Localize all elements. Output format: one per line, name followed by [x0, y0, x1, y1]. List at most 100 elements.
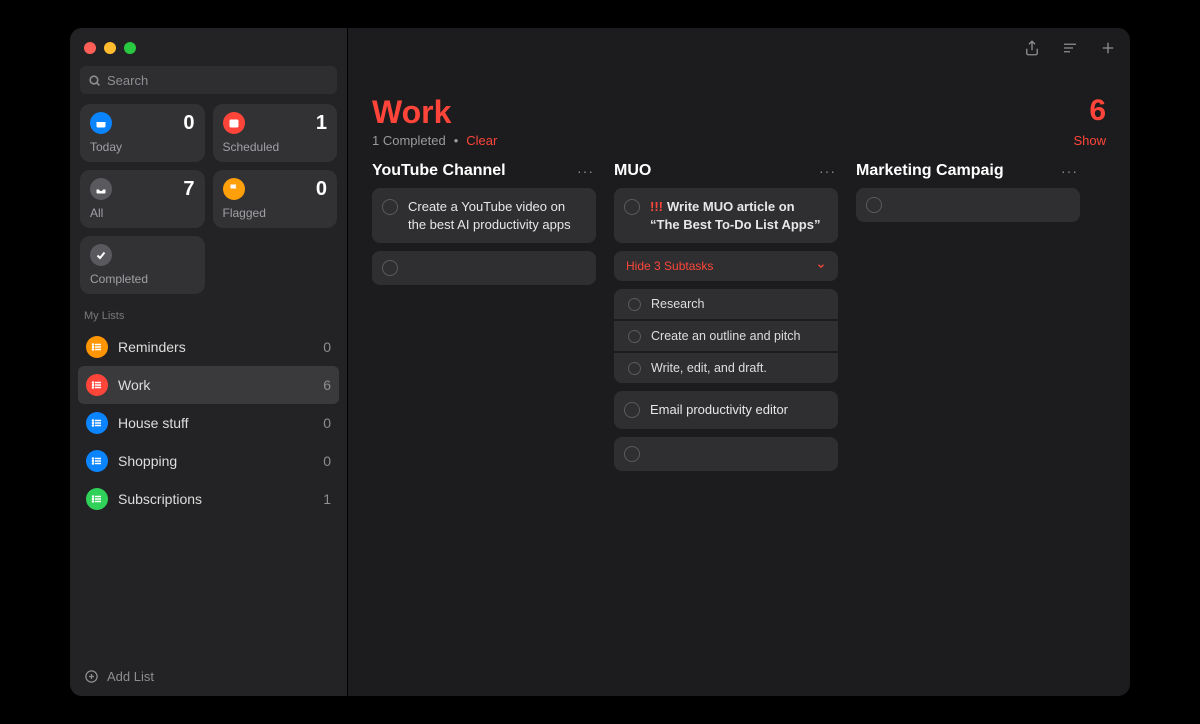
sidebar-item-subscriptions[interactable]: Subscriptions 1 [78, 480, 339, 518]
plus-circle-icon [84, 669, 99, 684]
tray-icon [90, 178, 112, 200]
subtask-item[interactable]: Write, edit, and draft. [614, 353, 838, 383]
tile-flagged[interactable]: 0 Flagged [213, 170, 338, 228]
complete-toggle[interactable] [628, 298, 641, 311]
column-title: MUO [614, 162, 651, 180]
complete-toggle[interactable] [624, 446, 640, 462]
column-title: YouTube Channel [372, 162, 506, 180]
add-reminder-button[interactable] [1098, 38, 1118, 58]
tile-completed-label: Completed [90, 272, 195, 286]
view-options-button[interactable] [1060, 38, 1080, 58]
column-marketing-campaign: Marketing Campaig ··· [856, 162, 1080, 222]
subtask-text: Research [651, 297, 705, 311]
subtask-item[interactable]: Create an outline and pitch [614, 321, 838, 351]
column-more-button[interactable]: ··· [575, 163, 596, 179]
list-icon [86, 450, 108, 472]
sidebar-item-label: Work [118, 377, 150, 393]
close-window-button[interactable] [84, 42, 96, 54]
subtasks-toggle-label: Hide 3 Subtasks [626, 259, 713, 273]
list-icon [86, 488, 108, 510]
column-title: Marketing Campaig [856, 162, 1004, 180]
subtask-item[interactable]: Research [614, 289, 838, 319]
complete-toggle[interactable] [628, 362, 641, 375]
app-window: Search 0 Today 1 S [70, 28, 1130, 696]
tile-all-label: All [90, 206, 195, 220]
tile-today-label: Today [90, 140, 195, 154]
tile-today[interactable]: 0 Today [80, 104, 205, 162]
sidebar-item-count: 6 [323, 377, 331, 393]
complete-toggle[interactable] [624, 402, 640, 418]
new-task-placeholder[interactable] [856, 188, 1080, 222]
sidebar-item-reminders[interactable]: Reminders 0 [78, 328, 339, 366]
add-list-button[interactable]: Add List [70, 657, 347, 696]
tile-scheduled-count: 1 [316, 112, 327, 135]
sidebar-item-house-stuff[interactable]: House stuff 0 [78, 404, 339, 442]
checkmark-icon [90, 244, 112, 266]
add-list-label: Add List [107, 669, 154, 684]
complete-toggle[interactable] [382, 199, 398, 215]
sidebar: Search 0 Today 1 S [70, 28, 348, 696]
task-card[interactable]: Email productivity editor [614, 391, 838, 429]
new-task-placeholder[interactable] [614, 437, 838, 471]
tile-flagged-label: Flagged [223, 206, 328, 220]
fullscreen-window-button[interactable] [124, 42, 136, 54]
column-more-button[interactable]: ··· [817, 163, 838, 179]
sidebar-item-label: Reminders [118, 339, 186, 355]
sidebar-lists: Reminders 0 Work 6 House stuff 0 [70, 328, 347, 518]
sidebar-item-count: 0 [323, 415, 331, 431]
calendar-icon [223, 112, 245, 134]
complete-toggle[interactable] [624, 199, 640, 215]
minimize-window-button[interactable] [104, 42, 116, 54]
bullet-separator: • [454, 133, 459, 148]
sidebar-section-label: My Lists [70, 294, 347, 328]
search-input[interactable]: Search [80, 66, 337, 94]
tile-scheduled-label: Scheduled [223, 140, 328, 154]
subtask-list: Research Create an outline and pitch Wri… [614, 289, 838, 383]
smart-lists-grid: 0 Today 1 Scheduled 7 [70, 104, 347, 294]
flag-icon [223, 178, 245, 200]
show-button[interactable]: Show [1073, 133, 1106, 148]
tile-scheduled[interactable]: 1 Scheduled [213, 104, 338, 162]
share-button[interactable] [1022, 38, 1042, 58]
sidebar-item-work[interactable]: Work 6 [78, 366, 339, 404]
chevron-down-icon [816, 261, 826, 271]
list-icon [86, 412, 108, 434]
toolbar [1022, 38, 1118, 58]
column-muo: MUO ··· !!!Write MUO article on “The Bes… [614, 162, 838, 471]
complete-toggle[interactable] [382, 260, 398, 276]
window-controls [70, 28, 347, 66]
calendar-icon [90, 112, 112, 134]
subtask-text: Write, edit, and draft. [651, 361, 767, 375]
tile-today-count: 0 [183, 112, 194, 135]
tile-flagged-count: 0 [316, 178, 327, 201]
search-placeholder: Search [107, 73, 148, 88]
task-card[interactable]: Create a YouTube video on the best AI pr… [372, 188, 596, 243]
sidebar-item-count: 0 [323, 453, 331, 469]
task-text: Email productivity editor [650, 401, 788, 419]
page-title: Work [372, 94, 451, 131]
search-icon [88, 74, 101, 87]
task-text: !!!Write MUO article on “The Best To-Do … [650, 198, 826, 233]
column-more-button[interactable]: ··· [1059, 163, 1080, 179]
list-icon [86, 374, 108, 396]
clear-button[interactable]: Clear [466, 133, 497, 148]
main-panel: Work 6 1 Completed • Clear Show YouTube … [348, 28, 1130, 696]
tile-all[interactable]: 7 All [80, 170, 205, 228]
priority-indicator: !!! [650, 199, 663, 214]
list-icon [86, 336, 108, 358]
sidebar-item-count: 1 [323, 491, 331, 507]
new-task-placeholder[interactable] [372, 251, 596, 285]
task-text: Create a YouTube video on the best AI pr… [408, 198, 584, 233]
sidebar-item-label: House stuff [118, 415, 189, 431]
task-card[interactable]: !!!Write MUO article on “The Best To-Do … [614, 188, 838, 243]
sidebar-item-shopping[interactable]: Shopping 0 [78, 442, 339, 480]
column-youtube-channel: YouTube Channel ··· Create a YouTube vid… [372, 162, 596, 285]
page-count: 6 [1089, 94, 1106, 128]
complete-toggle[interactable] [628, 330, 641, 343]
complete-toggle[interactable] [866, 197, 882, 213]
tile-all-count: 7 [183, 178, 194, 201]
tile-completed[interactable]: Completed [80, 236, 205, 294]
sidebar-item-label: Shopping [118, 453, 177, 469]
subtasks-toggle[interactable]: Hide 3 Subtasks [614, 251, 838, 281]
sidebar-item-label: Subscriptions [118, 491, 202, 507]
